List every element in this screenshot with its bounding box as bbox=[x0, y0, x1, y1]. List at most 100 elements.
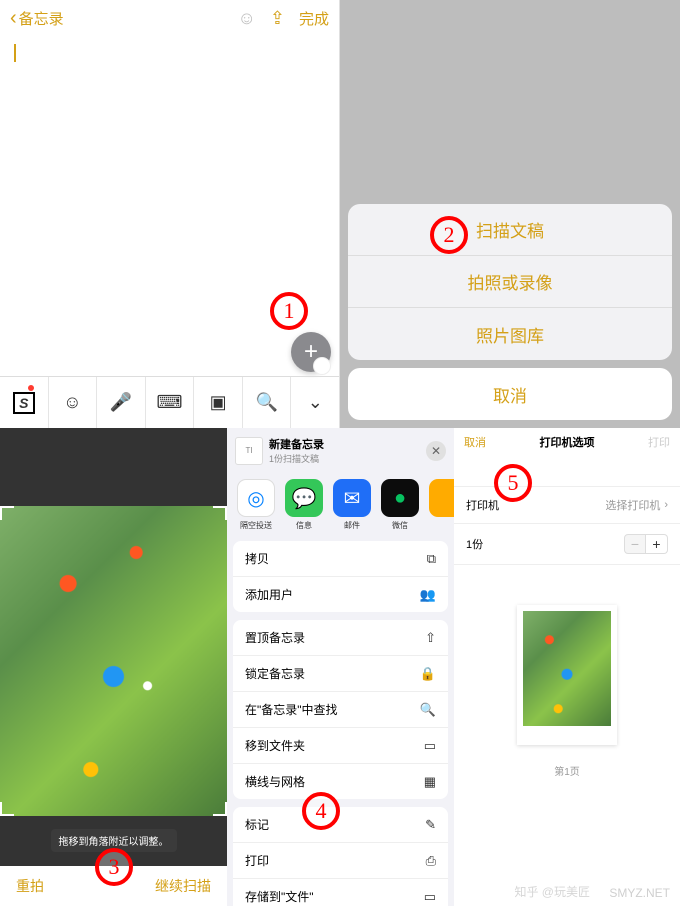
annotation-badge-5: 5 bbox=[494, 464, 532, 502]
header-actions: ☺ ⇪ 完成 bbox=[238, 8, 330, 29]
print-cancel-button[interactable]: 取消 bbox=[464, 434, 486, 450]
crop-handle-tr[interactable] bbox=[213, 506, 227, 520]
print-confirm-button[interactable]: 打印 bbox=[648, 434, 670, 450]
search-key[interactable]: 🔍 bbox=[243, 377, 292, 428]
doc-thumbnail: TI bbox=[235, 437, 263, 465]
share-icon[interactable]: ⇪ bbox=[270, 8, 285, 29]
crop-handle-br[interactable] bbox=[213, 802, 227, 816]
folder-icon: ▭ bbox=[424, 738, 436, 754]
text-cursor bbox=[14, 44, 16, 62]
grid-icon: ▦ bbox=[424, 774, 436, 790]
badge-icon bbox=[313, 357, 331, 375]
keyboard-key[interactable]: ⌨ bbox=[146, 377, 195, 428]
share-sheet-panel: TI 新建备忘录 1份扫描文稿 ✕ ◎隔空投送 💬信息 ✉邮件 ●微信 拷贝⧉ … bbox=[227, 428, 454, 906]
annotation-badge-2: 2 bbox=[430, 216, 468, 254]
more-app[interactable] bbox=[429, 479, 454, 531]
crop-handle-bl[interactable] bbox=[0, 802, 14, 816]
save-icon: ▭ bbox=[424, 889, 436, 905]
continue-scan-button[interactable]: 继续扫描 bbox=[155, 876, 211, 896]
printer-label: 打印机 bbox=[466, 497, 499, 513]
watermark-user: 知乎 @玩美匠 bbox=[514, 883, 590, 900]
pin-icon: ⇧ bbox=[425, 630, 436, 646]
print-options-list: 打印机 选择打印机› 1份 − + bbox=[454, 486, 680, 565]
add-user-action[interactable]: 添加用户👥 bbox=[233, 577, 448, 612]
scan-preview-image[interactable] bbox=[0, 506, 227, 816]
printer-value: 选择打印机› bbox=[605, 497, 668, 513]
copies-label: 1份 bbox=[466, 536, 483, 552]
doc-info: 新建备忘录 1份扫描文稿 bbox=[269, 436, 324, 465]
stepper-plus[interactable]: + bbox=[646, 534, 668, 554]
chevron-right-icon: › bbox=[664, 499, 668, 511]
share-group-2: 置顶备忘录⇧ 锁定备忘录🔒 在"备忘录"中查找🔍 移到文件夹▭ 横线与网格▦ bbox=[233, 620, 448, 799]
printer-row[interactable]: 打印机 选择打印机› bbox=[454, 487, 680, 524]
share-header: TI 新建备忘录 1份扫描文稿 ✕ bbox=[227, 428, 454, 473]
scan-document-option[interactable]: 扫描文稿 bbox=[348, 204, 672, 256]
messages-app[interactable]: 💬信息 bbox=[285, 479, 323, 531]
annotation-badge-4: 4 bbox=[302, 792, 340, 830]
mail-icon: ✉ bbox=[333, 479, 371, 517]
action-sheet: 扫描文稿 拍照或录像 照片图库 取消 bbox=[348, 204, 672, 420]
done-button[interactable]: 完成 bbox=[299, 8, 329, 29]
retake-button[interactable]: 重拍 bbox=[16, 876, 44, 896]
close-icon: ✕ bbox=[431, 444, 441, 458]
mail-app[interactable]: ✉邮件 bbox=[333, 479, 371, 531]
watermark-site: SMYZ.NET bbox=[609, 886, 670, 900]
sheet-options: 扫描文稿 拍照或录像 照片图库 bbox=[348, 204, 672, 360]
doc-title: 新建备忘录 bbox=[269, 436, 324, 452]
copy-icon: ⧉ bbox=[427, 551, 436, 567]
chevron-left-icon: ‹ bbox=[10, 7, 17, 30]
photo-library-option[interactable]: 照片图库 bbox=[348, 308, 672, 360]
print-action[interactable]: 打印⎙ bbox=[233, 843, 448, 879]
print-icon: ⎙ bbox=[426, 853, 436, 869]
find-action[interactable]: 在"备忘录"中查找🔍 bbox=[233, 692, 448, 728]
markup-icon: ✎ bbox=[425, 817, 436, 833]
messages-icon: 💬 bbox=[285, 479, 323, 517]
cancel-button[interactable]: 取消 bbox=[348, 368, 672, 420]
preview-image bbox=[523, 611, 611, 726]
collaborate-icon[interactable]: ☺ bbox=[238, 8, 256, 29]
print-header: 取消 打印机选项 打印 bbox=[454, 428, 680, 456]
save-files-action[interactable]: 存储到"文件"▭ bbox=[233, 879, 448, 906]
airdrop-app[interactable]: ◎隔空投送 bbox=[237, 479, 275, 531]
search-icon: 🔍 bbox=[420, 702, 436, 718]
annotation-badge-1: 1 bbox=[270, 292, 308, 330]
mic-key[interactable]: 🎤 bbox=[97, 377, 146, 428]
copies-stepper: − + bbox=[624, 534, 668, 554]
annotation-badge-3: 3 bbox=[95, 848, 133, 886]
pin-action[interactable]: 置顶备忘录⇧ bbox=[233, 620, 448, 656]
emoji-key[interactable]: ☺ bbox=[49, 377, 98, 428]
notes-header: ‹ 备忘录 ☺ ⇪ 完成 bbox=[0, 0, 339, 36]
copies-row: 1份 − + bbox=[454, 524, 680, 565]
notes-editor-panel: ‹ 备忘录 ☺ ⇪ 完成 + S ☺ 🎤 ⌨ ▣ 🔍 ⌄ bbox=[0, 0, 340, 428]
wechat-icon: ● bbox=[381, 479, 419, 517]
clipboard-key[interactable]: ▣ bbox=[194, 377, 243, 428]
sogou-key[interactable]: S bbox=[0, 377, 49, 428]
crop-handle-tl[interactable] bbox=[0, 506, 14, 520]
add-user-icon: 👥 bbox=[420, 587, 436, 603]
doc-subtitle: 1份扫描文稿 bbox=[269, 452, 324, 465]
page-indicator: 第1页 bbox=[454, 763, 680, 778]
more-icon bbox=[429, 479, 454, 517]
lock-action[interactable]: 锁定备忘录🔒 bbox=[233, 656, 448, 692]
stepper-minus[interactable]: − bbox=[624, 534, 646, 554]
back-label: 备忘录 bbox=[19, 8, 64, 29]
lock-icon: 🔒 bbox=[420, 666, 436, 682]
print-preview-page[interactable] bbox=[517, 605, 617, 745]
print-title: 打印机选项 bbox=[540, 434, 595, 450]
copy-action[interactable]: 拷贝⧉ bbox=[233, 541, 448, 577]
back-button[interactable]: ‹ 备忘录 bbox=[10, 7, 64, 30]
scan-adjust-panel: 拖移到角落附近以调整。 重拍 继续扫描 bbox=[0, 428, 227, 906]
share-apps-row: ◎隔空投送 💬信息 ✉邮件 ●微信 bbox=[227, 473, 454, 541]
take-photo-option[interactable]: 拍照或录像 bbox=[348, 256, 672, 308]
collapse-key[interactable]: ⌄ bbox=[291, 377, 339, 428]
keyboard-toolbar: S ☺ 🎤 ⌨ ▣ 🔍 ⌄ bbox=[0, 376, 339, 428]
close-button[interactable]: ✕ bbox=[426, 441, 446, 461]
share-group-1: 拷贝⧉ 添加用户👥 bbox=[233, 541, 448, 612]
share-group-3: 标记✎ 打印⎙ 存储到"文件"▭ bbox=[233, 807, 448, 906]
move-folder-action[interactable]: 移到文件夹▭ bbox=[233, 728, 448, 764]
markup-action[interactable]: 标记✎ bbox=[233, 807, 448, 843]
action-sheet-panel: 扫描文稿 拍照或录像 照片图库 取消 bbox=[340, 0, 680, 428]
airdrop-icon: ◎ bbox=[237, 479, 275, 517]
lines-grid-action[interactable]: 横线与网格▦ bbox=[233, 764, 448, 799]
wechat-app[interactable]: ●微信 bbox=[381, 479, 419, 531]
